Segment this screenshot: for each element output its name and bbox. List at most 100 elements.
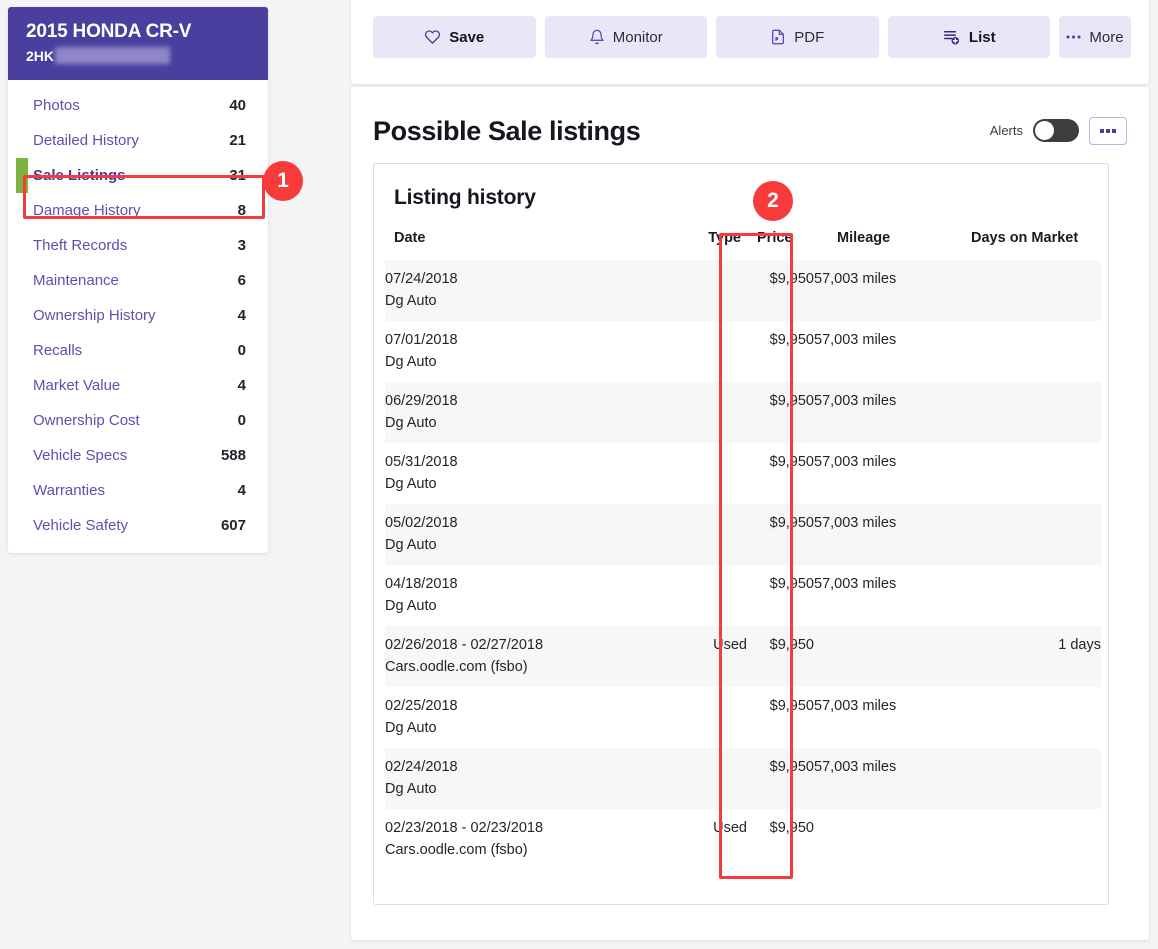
cell-type: Used (685, 626, 747, 687)
listing-date: 02/23/2018 - 02/23/2018 (385, 820, 544, 836)
sidebar-item-count: 40 (229, 97, 246, 114)
heart-icon (424, 29, 441, 45)
listing-date: 02/24/2018 (385, 759, 458, 775)
column-header-price[interactable]: Price (747, 230, 814, 260)
column-header-mileage[interactable]: Mileage (814, 230, 949, 260)
sidebar-item-sale-listings[interactable]: Sale Listings 31 (8, 158, 268, 193)
sidebar-item-damage-history[interactable]: Damage History 8 (8, 193, 268, 228)
table-row[interactable]: 05/31/2018 Dg Auto $9,950 57,003 miles (385, 443, 1101, 504)
vehicle-banner: 2015 HONDA CR-V 2HK (8, 7, 268, 80)
table-body: 07/24/2018 Dg Auto $9,950 57,003 miles 07/01… (385, 260, 1101, 870)
monitor-button-label: Monitor (612, 28, 663, 46)
column-header-days-on-market[interactable]: Days on Market (949, 230, 1101, 260)
sidebar-item-label: Maintenance (33, 272, 119, 289)
sidebar-item-count: 21 (229, 132, 246, 149)
listing-date: 07/01/2018 (385, 332, 458, 348)
sidebar-item-photos[interactable]: Photos 40 (8, 88, 268, 123)
sidebar-item-detailed-history[interactable]: Detailed History 21 (8, 123, 268, 158)
cell-price: $9,950 (769, 332, 814, 348)
cell-price: $9,950 (747, 626, 814, 687)
sidebar-item-count: 6 (237, 272, 246, 289)
listing-history-title: Listing history (394, 186, 536, 209)
table-row[interactable]: 07/01/2018 Dg Auto $9,950 57,003 miles (385, 321, 1101, 382)
cell-date: 04/18/2018 Dg Auto (385, 565, 685, 626)
annotation-badge-1: 1 (263, 161, 303, 201)
sidebar-item-vehicle-safety[interactable]: Vehicle Safety 607 (8, 508, 268, 543)
panel-overflow-menu-button[interactable] (1089, 116, 1127, 145)
add-to-list-icon (942, 28, 961, 46)
sidebar-item-recalls[interactable]: Recalls 0 (8, 333, 268, 368)
more-button[interactable]: More (1059, 16, 1131, 58)
alerts-control-group: Alerts (990, 116, 1127, 147)
table-row[interactable]: 04/18/2018 Dg Auto $9,950 57,003 miles (385, 565, 1101, 626)
list-button[interactable]: List (887, 16, 1050, 58)
cell-price: $9,950 (769, 576, 814, 592)
cell-price: $9,950 (747, 748, 814, 809)
alerts-toggle[interactable] (1033, 119, 1079, 142)
sidebar-item-label: Theft Records (33, 237, 128, 254)
cell-mileage: 57,003 miles (814, 576, 897, 592)
cell-days-on-market (949, 260, 1101, 321)
cell-price: $9,950 (769, 820, 814, 836)
more-button-label: More (1089, 28, 1124, 46)
cell-type (685, 443, 747, 504)
listing-date: 02/26/2018 - 02/27/2018 (385, 637, 544, 653)
sidebar-item-label: Vehicle Specs (33, 447, 128, 464)
sidebar-item-count: 607 (220, 517, 246, 534)
cell-price: $9,950 (769, 698, 814, 714)
table-header: Date Type Price Mileage Days on Market (385, 230, 1101, 260)
cell-days-on-market (949, 504, 1101, 565)
sidebar-item-count: 0 (237, 412, 246, 429)
sidebar-item-label: Damage History (33, 202, 141, 219)
column-header-date[interactable]: Date (385, 230, 685, 260)
cell-date: 07/01/2018 Dg Auto (385, 321, 685, 382)
sidebar-item-count: 0 (237, 342, 246, 359)
pdf-button[interactable]: PDF (716, 16, 879, 58)
cell-mileage (814, 626, 949, 687)
save-button[interactable]: Save (373, 16, 536, 58)
table-row[interactable]: 02/25/2018 Dg Auto $9,950 57,003 miles (385, 687, 1101, 748)
sidebar-item-warranties[interactable]: Warranties 4 (8, 473, 268, 508)
table-row[interactable]: 05/02/2018 Dg Auto $9,950 57,003 miles (385, 504, 1101, 565)
table-row[interactable]: 02/24/2018 Dg Auto $9,950 57,003 miles (385, 748, 1101, 809)
sidebar-item-maintenance[interactable]: Maintenance 6 (8, 263, 268, 298)
cell-days-on-market (949, 809, 1101, 870)
cell-type (685, 321, 747, 382)
sidebar-item-market-value[interactable]: Market Value 4 (8, 368, 268, 403)
listing-source: Dg Auto (385, 354, 437, 370)
action-toolbar-card: Save Monitor PDF List More (351, 0, 1149, 84)
table-row[interactable]: 02/23/2018 - 02/23/2018 Cars.oodle.com (f… (385, 809, 1101, 870)
cell-date: 02/26/2018 - 02/27/2018 Cars.oodle.com (f… (385, 626, 685, 687)
vehicle-title: 2015 HONDA CR-V (26, 21, 192, 42)
cell-days-on-market (949, 748, 1101, 809)
cell-date: 05/31/2018 Dg Auto (385, 443, 685, 504)
sidebar-item-label: Ownership History (33, 307, 156, 324)
table-row[interactable]: 02/26/2018 - 02/27/2018 Cars.oodle.com (f… (385, 626, 1101, 687)
sidebar-item-theft-records[interactable]: Theft Records 3 (8, 228, 268, 263)
listing-date: 05/02/2018 (385, 515, 458, 531)
cell-date: 05/02/2018 Dg Auto (385, 504, 685, 565)
listing-source: Dg Auto (385, 415, 437, 431)
page-title: Possible Sale listings (373, 116, 641, 146)
cell-date: 07/24/2018 Dg Auto (385, 260, 685, 321)
listing-date: 05/31/2018 (385, 454, 458, 470)
table-row[interactable]: 07/24/2018 Dg Auto $9,950 57,003 miles (385, 260, 1101, 321)
sidebar-item-vehicle-specs[interactable]: Vehicle Specs 588 (8, 438, 268, 473)
monitor-button[interactable]: Monitor (544, 16, 707, 58)
sidebar-item-ownership-cost[interactable]: Ownership Cost 0 (8, 403, 268, 438)
cell-type (685, 260, 747, 321)
sidebar-item-label: Market Value (33, 377, 121, 394)
listing-history-card: Listing history Date Type Price Mileage … (373, 163, 1109, 905)
active-item-accent-bar (16, 158, 28, 193)
sidebar-item-ownership-history[interactable]: Ownership History 4 (8, 298, 268, 333)
table-row[interactable]: 06/29/2018 Dg Auto $9,950 57,003 miles (385, 382, 1101, 443)
sidebar-item-label: Warranties (33, 482, 105, 499)
column-header-type[interactable]: Type (685, 230, 747, 260)
panel-header: Possible Sale listings Alerts (351, 87, 1149, 147)
vin-prefix: 2HK (26, 47, 55, 64)
sidebar-item-count: 4 (237, 307, 246, 324)
cell-mileage: 57,003 miles (814, 698, 897, 714)
ellipsis-dot (1100, 128, 1104, 133)
listing-source: Dg Auto (385, 537, 437, 553)
cell-days-on-market (949, 443, 1101, 504)
